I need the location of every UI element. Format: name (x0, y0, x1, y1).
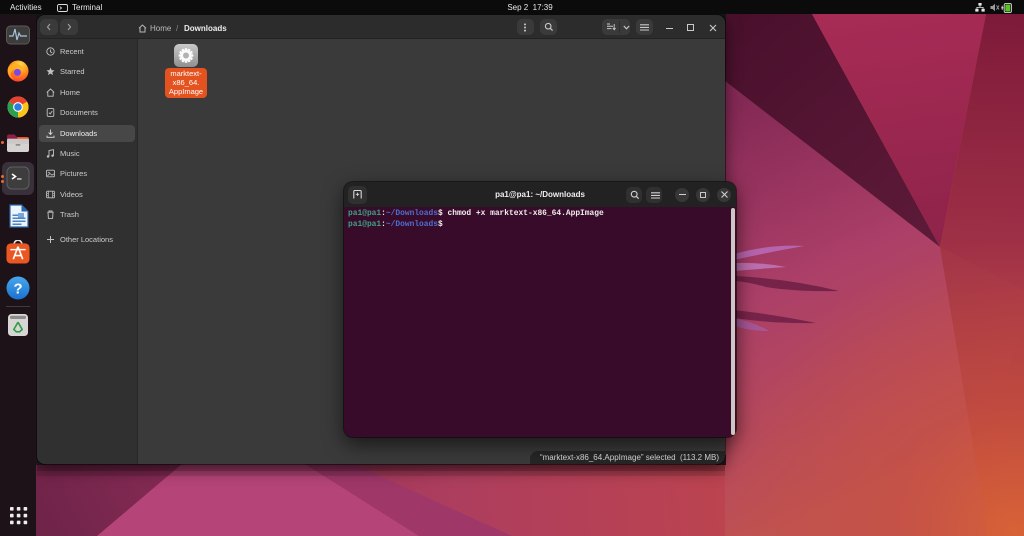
svg-text:?: ? (13, 281, 22, 297)
